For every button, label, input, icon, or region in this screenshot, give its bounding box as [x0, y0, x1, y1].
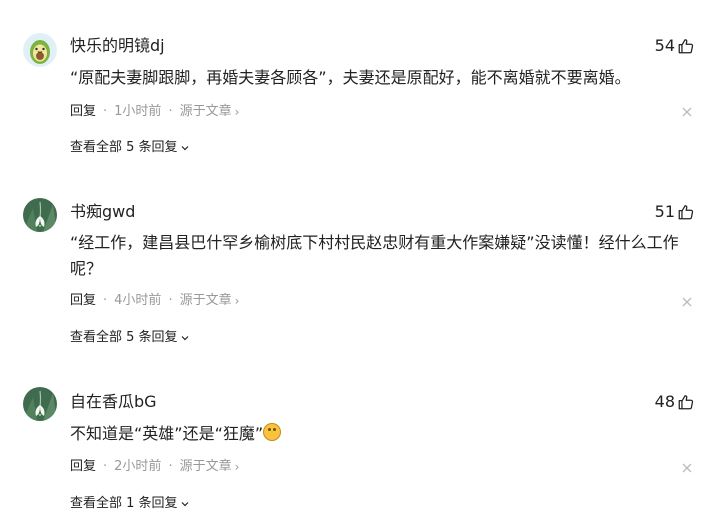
- thumbs-up-icon: [677, 37, 695, 55]
- close-icon[interactable]: [681, 462, 693, 474]
- view-all-replies-button[interactable]: 查看全部 1 条回复: [70, 495, 190, 513]
- snowdrop-flower-avatar[interactable]: [23, 387, 57, 421]
- view-all-label: 查看全部 5 条回复: [70, 330, 178, 345]
- comment-time: 2小时前: [114, 459, 162, 474]
- grimacing-face-emoji-icon: [263, 423, 282, 441]
- separator-dot: ·: [103, 104, 108, 119]
- view-all-label: 查看全部 1 条回复: [70, 496, 178, 511]
- like-count: 54: [654, 36, 675, 55]
- comment-username[interactable]: 自在香瓜bG: [70, 392, 157, 412]
- chevron-down-icon: [181, 502, 188, 507]
- thumbs-up-icon: [677, 393, 695, 411]
- like-count: 48: [654, 392, 675, 411]
- reply-button[interactable]: 回复: [70, 458, 96, 476]
- like-button[interactable]: 48: [655, 392, 695, 412]
- view-all-replies-button[interactable]: 查看全部 5 条回复: [70, 329, 190, 347]
- comment-text: 不知道是“英雄”还是“狂魔”: [70, 424, 264, 443]
- separator-dot: ·: [168, 459, 173, 474]
- chevron-right-icon: ›: [234, 460, 240, 474]
- like-button[interactable]: 51: [655, 202, 695, 222]
- separator-dot: ·: [168, 104, 173, 119]
- separator-dot: ·: [103, 293, 108, 308]
- chevron-right-icon: ›: [234, 105, 240, 119]
- reply-button[interactable]: 回复: [70, 292, 96, 310]
- source-link[interactable]: 源于文章: [180, 292, 232, 310]
- chevron-down-icon: [181, 336, 188, 341]
- source-link[interactable]: 源于文章: [180, 458, 232, 476]
- separator-dot: ·: [168, 293, 173, 308]
- comment-text: “经工作，建昌县巴什罕乡榆树底下村村民赵忠财有重大作案嫌疑”没读懂！经什么工作呢…: [70, 233, 679, 278]
- chevron-right-icon: ›: [234, 294, 240, 308]
- comment-username[interactable]: 快乐的明镜dj: [70, 36, 165, 56]
- chevron-down-icon: [181, 146, 188, 151]
- comment-username[interactable]: 书痴gwd: [70, 202, 135, 222]
- thumbs-up-icon: [677, 203, 695, 221]
- comment-time: 1小时前: [114, 104, 162, 119]
- like-count: 51: [654, 202, 675, 221]
- reply-button[interactable]: 回复: [70, 103, 96, 121]
- close-icon[interactable]: [681, 106, 693, 118]
- separator-dot: ·: [103, 459, 108, 474]
- comment-meta: 回复 · 1小时前 · 源于文章 ›: [70, 103, 239, 121]
- view-all-label: 查看全部 5 条回复: [70, 140, 178, 155]
- comment-text: “原配夫妻脚跟脚，再婚夫妻各顾各”，夫妻还是原配好，能不离婚就不要离婚。: [70, 68, 631, 87]
- comment-meta: 回复 · 4小时前 · 源于文章 ›: [70, 292, 239, 310]
- view-all-replies-button[interactable]: 查看全部 5 条回复: [70, 139, 190, 157]
- avocado-avatar[interactable]: [23, 33, 57, 67]
- source-link[interactable]: 源于文章: [180, 103, 232, 121]
- comment-meta: 回复 · 2小时前 · 源于文章 ›: [70, 458, 239, 476]
- like-button[interactable]: 54: [655, 36, 695, 56]
- snowdrop-flower-avatar[interactable]: [23, 198, 57, 232]
- comment-time: 4小时前: [114, 293, 162, 308]
- close-icon[interactable]: [681, 296, 693, 308]
- comment-text-row: 不知道是“英雄”还是“狂魔”: [70, 421, 690, 447]
